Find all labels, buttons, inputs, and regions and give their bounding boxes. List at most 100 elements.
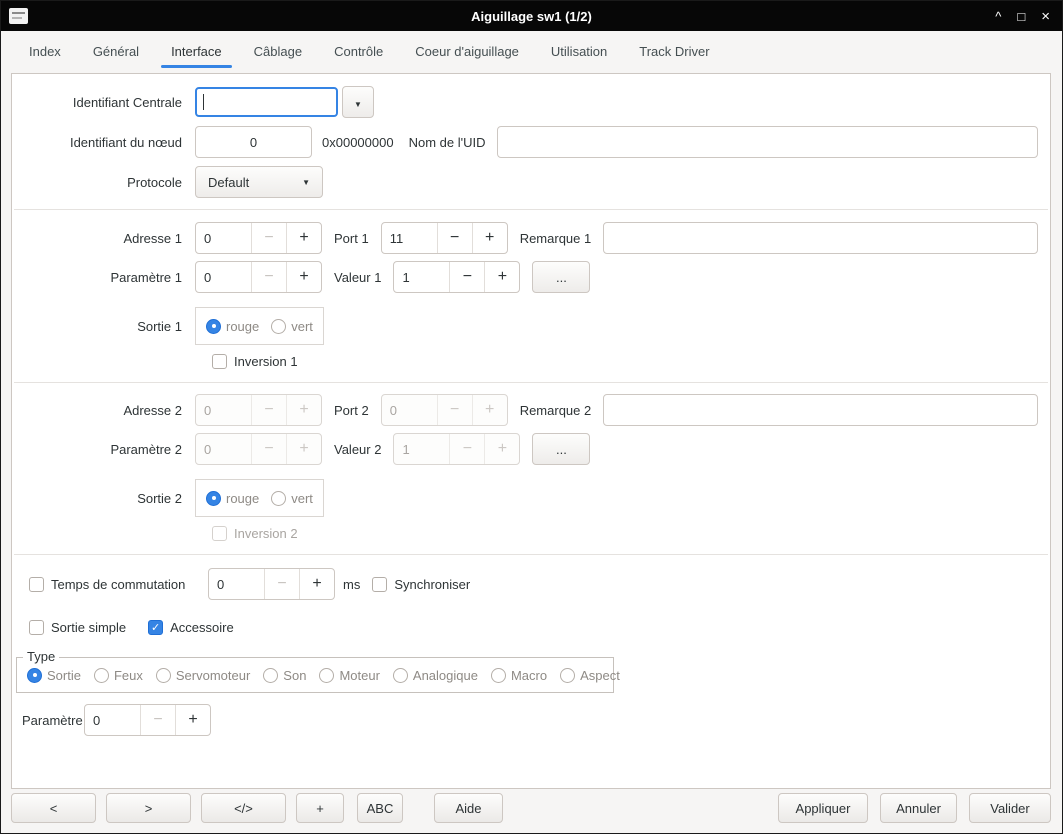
parametre-2-increment-button: + [286,434,321,464]
cancel-button[interactable]: Annuler [880,793,957,823]
abc-button[interactable]: ABC [357,793,403,823]
parametre-2-label: Paramètre 2 [12,442,195,457]
temps-commutation-increment-button[interactable]: + [299,569,334,599]
radio-checked-icon [27,668,42,683]
port-1-decrement-button[interactable]: − [437,223,472,253]
type-son-option[interactable]: Son [263,668,306,683]
radio-checked-icon [206,319,221,334]
inversion-1-checkbox[interactable]: Inversion 1 [212,354,298,369]
port-1-input[interactable] [382,223,437,253]
type-analogique-option[interactable]: Analogique [393,668,478,683]
ms-unit-label: ms [343,577,360,592]
adresse-1-increment-button[interactable]: + [286,223,321,253]
temps-commutation-input[interactable] [209,569,264,599]
radio-unchecked-icon [319,668,334,683]
maximize-icon[interactable]: □ [1017,10,1025,23]
close-icon[interactable]: × [1041,9,1050,24]
tab-index[interactable]: Index [14,31,76,72]
type-moteur-option[interactable]: Moteur [319,668,379,683]
tab-controle[interactable]: Contrôle [319,31,398,72]
parametre-decrement-button[interactable]: − [140,705,175,735]
tab-coeur-aiguillage[interactable]: Coeur d'aiguillage [400,31,534,72]
sortie-2-vert-option[interactable]: vert [271,491,313,506]
vert-label: vert [291,319,313,334]
remarque-1-input[interactable] [603,222,1038,254]
type-feux-option[interactable]: Feux [94,668,143,683]
tab-utilisation[interactable]: Utilisation [536,31,622,72]
parametre-2-input [196,434,251,464]
tab-track-driver[interactable]: Track Driver [624,31,724,72]
valeur-1-input[interactable] [394,262,449,292]
port-1-increment-button[interactable]: + [472,223,507,253]
temps-commutation-decrement-button[interactable]: − [264,569,299,599]
accessoire-checkbox[interactable]: ✓ Accessoire [148,620,234,635]
type-option-label: Servomoteur [176,668,250,683]
identifiant-centrale-dropdown-button[interactable]: ▼ [342,86,374,118]
nom-uid-label: Nom de l'UID [409,135,486,150]
radio-unchecked-icon [271,319,286,334]
nom-uid-input[interactable] [497,126,1038,158]
type-sortie-option[interactable]: Sortie [27,668,81,683]
protocole-dropdown[interactable]: Default ▼ [195,166,323,198]
noeud-hex-value: 0x00000000 [322,135,394,150]
type-option-label: Macro [511,668,547,683]
sortie-1-vert-option[interactable]: vert [271,319,313,334]
type-option-label: Aspect [580,668,620,683]
identifiant-noeud-input[interactable] [195,126,312,158]
tab-cablage[interactable]: Câblage [239,31,317,72]
valeur-2-more-button[interactable]: ... [532,433,590,465]
temps-commutation-label: Temps de commutation [51,577,185,592]
next-button[interactable]: > [106,793,191,823]
type-aspect-option[interactable]: Aspect [560,668,620,683]
apply-button[interactable]: Appliquer [778,793,868,823]
type-servomoteur-option[interactable]: Servomoteur [156,668,250,683]
adresse-1-input[interactable] [196,223,251,253]
parametre-1-input[interactable] [196,262,251,292]
type-radio-group: Type Sortie Feux Servomoteur Son Moteur [16,657,614,693]
parametre-1-increment-button[interactable]: + [286,262,321,292]
identifiant-centrale-input[interactable] [195,87,338,117]
temps-commutation-checkbox[interactable]: Temps de commutation [29,577,208,592]
separator [14,382,1048,383]
type-macro-option[interactable]: Macro [491,668,547,683]
text-caret [203,94,204,110]
inversion-1-label: Inversion 1 [234,354,298,369]
minimize-icon[interactable]: ^ [995,10,1001,23]
adresse-2-label: Adresse 2 [12,403,195,418]
inversion-2-label: Inversion 2 [234,526,298,541]
code-button[interactable]: </> [201,793,286,823]
identifiant-noeud-label: Identifiant du nœud [12,135,195,150]
parametre-input[interactable] [85,705,140,735]
checkbox-unchecked-icon [29,577,44,592]
synchroniser-checkbox[interactable]: Synchroniser [372,577,470,592]
valeur-1-increment-button[interactable]: + [484,262,519,292]
adresse-1-spinbox: − + [195,222,322,254]
valeur-1-decrement-button[interactable]: − [449,262,484,292]
sortie-2-rouge-option[interactable]: rouge [206,491,259,506]
adresse-1-decrement-button[interactable]: − [251,223,286,253]
validate-button[interactable]: Valider [969,793,1051,823]
remarque-2-label: Remarque 2 [520,403,592,418]
tab-interface[interactable]: Interface [156,31,237,72]
remarque-2-input[interactable] [603,394,1038,426]
parametre-1-decrement-button[interactable]: − [251,262,286,292]
vert-label: vert [291,491,313,506]
valeur-2-input [394,434,449,464]
add-button[interactable]: + [296,793,344,823]
type-option-label: Son [283,668,306,683]
remarque-1-label: Remarque 1 [520,231,592,246]
valeur-2-label: Valeur 2 [334,442,381,457]
parametre-2-spinbox: − + [195,433,322,465]
previous-button[interactable]: < [11,793,96,823]
sortie-simple-checkbox[interactable]: Sortie simple [29,620,126,635]
valeur-1-more-button[interactable]: ... [532,261,590,293]
parametre-increment-button[interactable]: + [175,705,210,735]
window-title: Aiguillage sw1 (1/2) [1,9,1062,24]
help-button[interactable]: Aide [434,793,503,823]
radio-unchecked-icon [393,668,408,683]
tab-general[interactable]: Général [78,31,154,72]
type-frame-title: Type [23,649,59,664]
rouge-label: rouge [226,319,259,334]
separator [14,209,1048,210]
sortie-1-rouge-option[interactable]: rouge [206,319,259,334]
